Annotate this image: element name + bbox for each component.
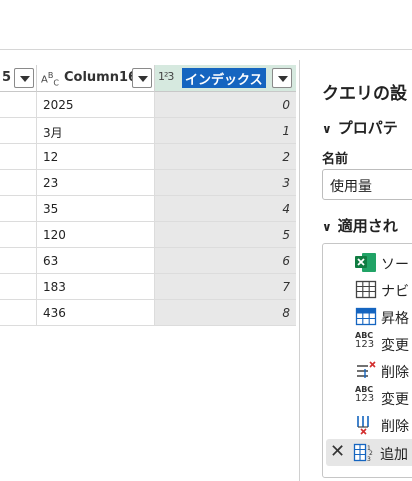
table-cell[interactable]: 3	[155, 170, 296, 195]
change-type-icon: ABC 123	[355, 385, 377, 406]
change-type-icon: ABC 123	[355, 331, 377, 352]
table-cell[interactable]	[0, 222, 37, 247]
properties-label: プロパテ	[337, 119, 398, 137]
column-filter-dropdown[interactable]	[132, 68, 152, 88]
step-label: 追加	[380, 447, 408, 463]
applied-step-promoted-headers[interactable]: 昇格	[351, 303, 412, 330]
table-row: 35 4	[0, 196, 296, 222]
table-cell[interactable]	[0, 248, 37, 273]
table-cell[interactable]: 1	[155, 118, 296, 143]
applied-steps-label: 適用され	[337, 217, 398, 235]
123-glyph: 123	[355, 393, 375, 404]
table-cell[interactable]: 23	[37, 170, 155, 195]
applied-steps-list: ソー ナビ 昇格 ABC 123 変更 削除 ABC 123 変更 削除 ✕ 1…	[322, 243, 412, 478]
table-row: 436 8	[0, 300, 296, 326]
table-cell[interactable]: 12	[37, 144, 155, 169]
applied-step-source[interactable]: ソー	[351, 249, 412, 276]
promote-headers-icon	[355, 307, 377, 326]
123-glyph: 123	[355, 339, 375, 350]
table-row: 63 6	[0, 248, 296, 274]
text-type-icon[interactable]: ABC	[41, 71, 59, 87]
step-label: 昇格	[381, 311, 409, 327]
svg-text:3: 3	[367, 456, 371, 463]
pane-divider[interactable]	[299, 60, 300, 481]
table-cell[interactable]: 120	[37, 222, 155, 247]
ribbon-area	[0, 0, 412, 50]
table-row: 23 3	[0, 170, 296, 196]
table-cell[interactable]	[0, 300, 37, 325]
column-header-15[interactable]: 5	[0, 65, 37, 92]
step-label: 変更	[381, 338, 409, 354]
table-cell[interactable]	[0, 196, 37, 221]
table-cell[interactable]: 8	[155, 300, 296, 325]
applied-step-changed-type-2[interactable]: ABC 123 変更	[351, 384, 412, 411]
step-label: ソー	[381, 257, 409, 273]
step-label: 削除	[381, 365, 409, 381]
table-grid-icon	[355, 280, 377, 299]
table-cell[interactable]: 6	[155, 248, 296, 273]
table-cell[interactable]: 3月	[37, 118, 155, 143]
table-cell[interactable]: 2025	[37, 92, 155, 117]
column-header-column16[interactable]: ABC Column16	[37, 65, 155, 92]
table-row: 12 2	[0, 144, 296, 170]
table-cell[interactable]: 63	[37, 248, 155, 273]
table-row: 2025 0	[0, 92, 296, 118]
column-header-label: Column16	[64, 70, 138, 85]
excel-icon	[355, 253, 376, 272]
applied-step-removed-columns[interactable]: 削除	[351, 411, 412, 438]
step-label: ナビ	[381, 284, 409, 300]
column-filter-dropdown[interactable]	[14, 68, 34, 88]
chevron-down-icon[interactable]: ∨	[322, 122, 332, 136]
table-cell[interactable]: 2	[155, 144, 296, 169]
table-cell[interactable]: 5	[155, 222, 296, 247]
table-cell[interactable]	[0, 170, 37, 195]
table-cell[interactable]	[0, 274, 37, 299]
delete-step-icon[interactable]: ✕	[330, 441, 345, 462]
applied-step-added-index[interactable]: ✕ 1 2 3 追加	[326, 439, 412, 466]
applied-step-changed-type[interactable]: ABC 123 変更	[351, 330, 412, 357]
table-row: 120 5	[0, 222, 296, 248]
table-cell[interactable]: 4	[155, 196, 296, 221]
applied-steps-section-header[interactable]: ∨ 適用され	[322, 215, 398, 236]
table-cell[interactable]: 436	[37, 300, 155, 325]
table-row: 3月 1	[0, 118, 296, 144]
query-settings-title: クエリの設	[322, 84, 407, 104]
table-cell[interactable]: 35	[37, 196, 155, 221]
table-cell[interactable]	[0, 144, 37, 169]
table-row: 183 7	[0, 274, 296, 300]
type-letter-c: C	[53, 78, 59, 88]
column-header-label: 5	[2, 70, 12, 85]
table-cell[interactable]: 183	[37, 274, 155, 299]
whole-number-type-icon[interactable]: 1²3	[158, 70, 174, 83]
add-index-icon: 1 2 3	[353, 443, 373, 463]
remove-columns-icon	[357, 416, 369, 435]
column-header-index[interactable]: 1²3 インデックス	[155, 65, 296, 92]
applied-step-removed-rows[interactable]: 削除	[351, 357, 412, 384]
step-label: 変更	[381, 392, 409, 408]
applied-step-navigation[interactable]: ナビ	[351, 276, 412, 303]
properties-section-header[interactable]: ∨ プロパテ	[322, 117, 398, 138]
table-cell[interactable]	[0, 92, 37, 117]
step-label: 削除	[381, 419, 409, 435]
query-name-input[interactable]: 使用量	[322, 169, 412, 200]
type-letter-a: A	[41, 74, 48, 86]
name-label: 名前	[322, 152, 349, 167]
column-header-label-editing[interactable]: インデックス	[182, 68, 266, 88]
chevron-down-icon[interactable]: ∨	[322, 220, 332, 234]
table-cell[interactable]: 7	[155, 274, 296, 299]
remove-rows-icon	[357, 361, 376, 378]
table-cell[interactable]	[0, 118, 37, 143]
table-cell[interactable]: 0	[155, 92, 296, 117]
column-filter-dropdown[interactable]	[272, 68, 292, 88]
